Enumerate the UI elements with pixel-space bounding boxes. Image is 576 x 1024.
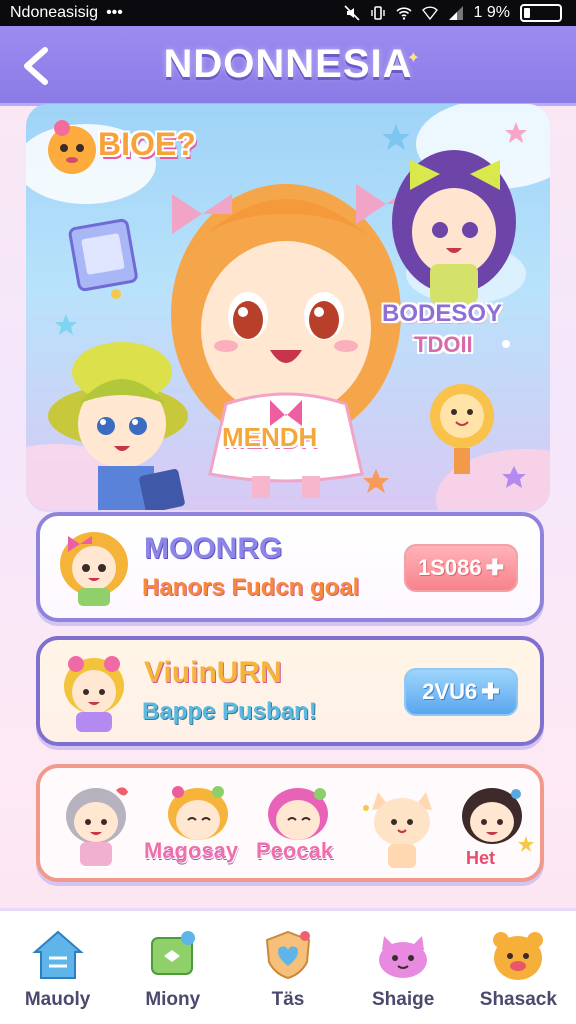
card-1-title: MOONRG bbox=[144, 532, 283, 565]
status-right: 1 9% bbox=[343, 4, 562, 22]
nav-item-miony[interactable]: Miony bbox=[118, 925, 228, 1011]
card-1-price-button[interactable]: 1S086 ✚ bbox=[404, 544, 518, 592]
page-title: NDONNESIA bbox=[163, 42, 413, 86]
chevron-left-icon bbox=[24, 47, 48, 85]
carrier-name: Ndoneasisig bbox=[10, 4, 99, 21]
card-2-subtitle: Bappe Pusban! bbox=[142, 698, 317, 725]
nav-item-tas[interactable]: Täs bbox=[233, 925, 343, 1011]
character-1[interactable] bbox=[54, 782, 138, 872]
card-1-subtitle: Hanors Fudcn goal bbox=[142, 574, 360, 601]
back-button[interactable] bbox=[14, 42, 58, 90]
character-4-cat[interactable] bbox=[360, 782, 444, 872]
app-header: NDONNESIA ✦ bbox=[0, 26, 576, 106]
plus-icon: ✚ bbox=[481, 679, 500, 704]
chat-icon bbox=[143, 925, 203, 985]
card-avatar-1 bbox=[60, 532, 128, 606]
offer-card-1[interactable]: MOONRG Hanors Fudcn goal 1S086 ✚ bbox=[36, 512, 544, 622]
hero-label-right-1: BODESOY bbox=[382, 300, 503, 327]
wifi-alt-icon bbox=[421, 6, 438, 21]
bottom-navigation: Mauoly Miony Täs Shaige Shasack bbox=[0, 908, 576, 1024]
nav-label-3: Täs bbox=[271, 989, 305, 1010]
heart-shield-icon bbox=[258, 925, 318, 985]
status-dots: ••• bbox=[106, 4, 123, 21]
nav-item-mauoly[interactable]: Mauoly bbox=[3, 925, 113, 1011]
battery-fill bbox=[524, 8, 531, 18]
hero-title: BIOE? bbox=[98, 126, 196, 162]
card-2-title: ViuinURN bbox=[144, 656, 282, 689]
battery-percent: 1 9% bbox=[473, 4, 510, 21]
nav-label-5: Shasack bbox=[479, 989, 557, 1010]
character-label-3: Het bbox=[466, 848, 496, 868]
nav-label-1: Mauoly bbox=[24, 989, 91, 1010]
vibrate-icon bbox=[370, 6, 385, 20]
card-2-price: 2VU6 bbox=[422, 679, 478, 704]
character-label-1: Magosay bbox=[144, 838, 239, 863]
bear-icon bbox=[488, 925, 548, 985]
mute-icon bbox=[343, 5, 360, 21]
cat-icon bbox=[373, 925, 433, 985]
hero-banner[interactable]: BIOE? BODESOY TDOII MENDH bbox=[26, 104, 550, 510]
hero-label-center: MENDH bbox=[222, 422, 318, 452]
signal-icon bbox=[448, 6, 463, 20]
character-label-2: Peocak bbox=[256, 838, 334, 863]
nav-item-shaige[interactable]: Shaige bbox=[348, 925, 458, 1011]
card-2-price-button[interactable]: 2VU6 ✚ bbox=[404, 668, 518, 716]
nav-label-2: Miony bbox=[145, 989, 201, 1010]
character-strip-card[interactable]: Magosay Peocak Het bbox=[36, 764, 544, 882]
card-avatar-2 bbox=[64, 656, 124, 732]
status-left: Ndoneasisig ••• bbox=[10, 4, 123, 22]
nav-item-shasack[interactable]: Shasack bbox=[463, 925, 573, 1011]
status-bar: Ndoneasisig ••• 1 9% bbox=[0, 0, 576, 26]
offer-card-2[interactable]: ViuinURN Bappe Pusban! 2VU6 ✚ bbox=[36, 636, 544, 746]
plus-icon: ✚ bbox=[485, 555, 505, 580]
nav-label-4: Shaige bbox=[372, 989, 435, 1010]
home-icon bbox=[28, 925, 88, 985]
hero-label-right-2: TDOII bbox=[414, 332, 473, 357]
battery-icon bbox=[520, 4, 562, 22]
wifi-icon bbox=[395, 7, 412, 20]
card-1-price: 1S086 bbox=[417, 555, 482, 580]
sparkle-icon: ✦ bbox=[406, 48, 420, 67]
